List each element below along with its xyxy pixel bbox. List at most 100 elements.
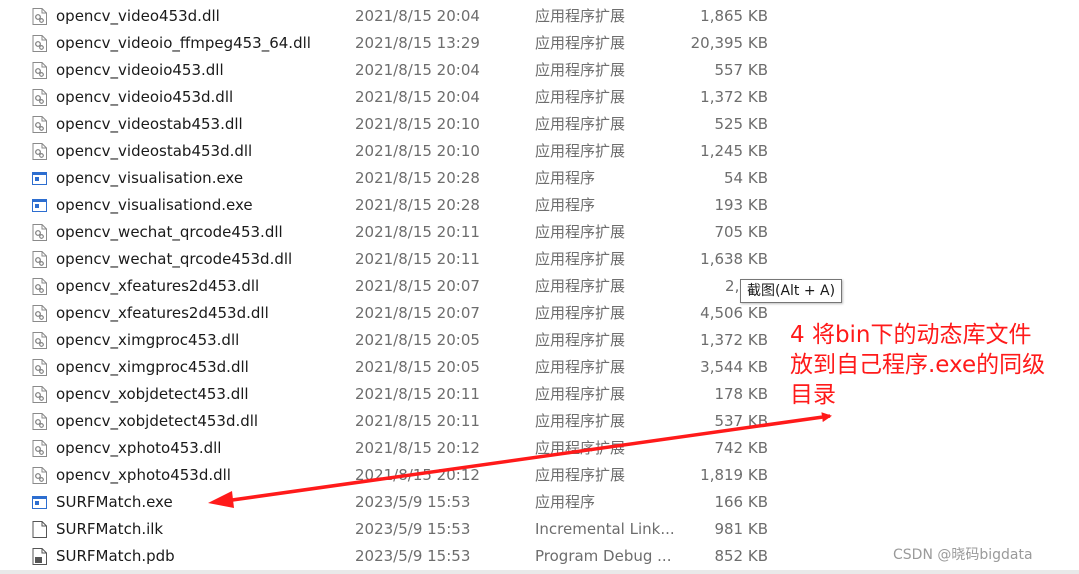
file-date: 2021/8/15 20:12	[355, 439, 480, 457]
file-name[interactable]: opencv_videoio453d.dll	[56, 84, 233, 111]
annotation-line-2: 放到自己程序.exe的同级	[790, 352, 1046, 378]
file-date: 2021/8/15 20:04	[355, 7, 480, 25]
file-row[interactable]: SURFMatch.exe 2023/5/9 15:53 应用程序 166 KB	[0, 489, 780, 516]
file-row[interactable]: opencv_videoio453.dll 2021/8/15 20:04 应用程序…	[0, 57, 780, 84]
file-name[interactable]: opencv_videostab453.dll	[56, 111, 243, 138]
dll-icon	[32, 224, 47, 241]
dll-icon	[32, 62, 47, 79]
file-name[interactable]: opencv_xfeatures2d453.dll	[56, 273, 259, 300]
file-date: 2021/8/15 13:29	[355, 34, 480, 52]
file-size: 1,865 KB	[700, 7, 768, 25]
file-row[interactable]: opencv_ximgproc453d.dll 2021/8/15 20:05 应用…	[0, 354, 780, 381]
file-date: 2021/8/15 20:07	[355, 277, 480, 295]
dll-icon	[32, 332, 47, 349]
file-name[interactable]: opencv_ximgproc453d.dll	[56, 354, 249, 381]
file-name[interactable]: opencv_wechat_qrcode453.dll	[56, 219, 283, 246]
file-name[interactable]: opencv_videostab453d.dll	[56, 138, 252, 165]
file-size: 525 KB	[714, 115, 768, 133]
file-date: 2023/5/9 15:53	[355, 493, 471, 511]
file-size: 705 KB	[714, 223, 768, 241]
file-name[interactable]: opencv_xphoto453d.dll	[56, 462, 231, 489]
file-name[interactable]: SURFMatch.exe	[56, 489, 173, 516]
file-name[interactable]: opencv_wechat_qrcode453d.dll	[56, 246, 292, 273]
file-name[interactable]: opencv_xfeatures2d453d.dll	[56, 300, 269, 327]
screenshot-tooltip: 截图(Alt + A)	[740, 279, 843, 303]
file-type: 应用程序扩展	[535, 115, 626, 133]
file-row[interactable]: opencv_visualisation.exe 2021/8/15 20:28 应…	[0, 165, 780, 192]
file-size: 1,245 KB	[700, 142, 768, 160]
file-row[interactable]: opencv_videoio_ffmpeg453_64.dll 2021/8/15…	[0, 30, 780, 57]
file-date: 2021/8/15 20:04	[355, 61, 480, 79]
file-name[interactable]: opencv_ximgproc453.dll	[56, 327, 239, 354]
file-date: 2021/8/15 20:28	[355, 196, 480, 214]
file-size: 4,506 KB	[700, 304, 768, 322]
file-type: 应用程序扩展	[535, 304, 626, 322]
file-type: Incremental Link...	[535, 520, 675, 538]
file-row[interactable]: opencv_ximgproc453.dll 2021/8/15 20:05 应用程…	[0, 327, 780, 354]
file-size: 178 KB	[714, 385, 768, 403]
file-type: 应用程序	[535, 493, 596, 511]
file-row[interactable]: opencv_xphoto453.dll 2021/8/15 20:12 应用程序扩…	[0, 435, 780, 462]
file-row[interactable]: opencv_xfeatures2d453.dll 2021/8/15 20:07…	[0, 273, 780, 300]
file-row[interactable]: opencv_videostab453.dll 2021/8/15 20:10 应用…	[0, 111, 780, 138]
exe-icon	[32, 494, 47, 511]
file-name[interactable]: opencv_xobjdetect453.dll	[56, 381, 249, 408]
dll-icon	[32, 8, 47, 25]
file-row[interactable]: SURFMatch.ilk 2023/5/9 15:53 Incremental L…	[0, 516, 780, 543]
dll-icon	[32, 413, 47, 430]
file-row[interactable]: opencv_xfeatures2d453d.dll 2021/8/15 20:0…	[0, 300, 780, 327]
file-type: 应用程序扩展	[535, 7, 626, 25]
file-size: 20,395 KB	[690, 34, 768, 52]
file-type: 应用程序扩展	[535, 250, 626, 268]
file-name[interactable]: opencv_visualisation.exe	[56, 165, 243, 192]
file-type: 应用程序扩展	[535, 412, 626, 430]
file-date: 2021/8/15 20:11	[355, 250, 480, 268]
watermark: CSDN @晓码bigdata	[893, 547, 1033, 563]
dll-icon	[32, 359, 47, 376]
file-size: 981 KB	[714, 520, 768, 538]
file-row[interactable]: opencv_videoio453d.dll 2021/8/15 20:04 应用程…	[0, 84, 780, 111]
file-row[interactable]: opencv_xphoto453d.dll 2021/8/15 20:12 应用程序…	[0, 462, 780, 489]
file-type: 应用程序扩展	[535, 223, 626, 241]
file-name[interactable]: SURFMatch.pdb	[56, 543, 175, 570]
file-name[interactable]: opencv_xphoto453.dll	[56, 435, 221, 462]
scrollbar-track[interactable]	[0, 570, 1079, 574]
file-type: 应用程序扩展	[535, 142, 626, 160]
file-size: 193 KB	[714, 196, 768, 214]
file-type: 应用程序	[535, 169, 596, 187]
file-type: 应用程序扩展	[535, 34, 626, 52]
file-row[interactable]: opencv_wechat_qrcode453.dll 2021/8/15 20:…	[0, 219, 780, 246]
annotation-line-1: 4 将bin下的动态库文件	[790, 322, 1032, 348]
file-icon	[32, 521, 47, 538]
file-row[interactable]: opencv_xobjdetect453d.dll 2021/8/15 20:11…	[0, 408, 780, 435]
file-name[interactable]: opencv_video453d.dll	[56, 3, 220, 30]
file-date: 2021/8/15 20:11	[355, 385, 480, 403]
file-size: 1,372 KB	[700, 88, 768, 106]
file-date: 2023/5/9 15:53	[355, 520, 471, 538]
file-size: 852 KB	[714, 547, 768, 565]
dll-icon	[32, 305, 47, 322]
file-type: 应用程序扩展	[535, 358, 626, 376]
file-date: 2023/5/9 15:53	[355, 547, 471, 565]
file-name[interactable]: opencv_videoio453.dll	[56, 57, 224, 84]
file-date: 2021/8/15 20:04	[355, 88, 480, 106]
dll-icon	[32, 143, 47, 160]
file-date: 2021/8/15 20:11	[355, 412, 480, 430]
file-name[interactable]: opencv_xobjdetect453d.dll	[56, 408, 258, 435]
file-row[interactable]: SURFMatch.pdb 2023/5/9 15:53 Program Debug…	[0, 543, 780, 570]
file-row[interactable]: opencv_videostab453d.dll 2021/8/15 20:10 应…	[0, 138, 780, 165]
annotation-text: 4 将bin下的动态库文件 放到自己程序.exe的同级 目录	[790, 320, 1075, 410]
dll-icon	[32, 467, 47, 484]
dll-icon	[32, 116, 47, 133]
file-row[interactable]: opencv_visualisationd.exe 2021/8/15 20:28…	[0, 192, 780, 219]
exe-icon	[32, 170, 47, 187]
dll-icon	[32, 89, 47, 106]
file-name[interactable]: SURFMatch.ilk	[56, 516, 163, 543]
file-type: Program Debug ...	[535, 547, 672, 565]
file-row[interactable]: opencv_xobjdetect453.dll 2021/8/15 20:11 应…	[0, 381, 780, 408]
file-type: 应用程序	[535, 196, 596, 214]
file-row[interactable]: opencv_video453d.dll 2021/8/15 20:04 应用程序扩…	[0, 3, 780, 30]
file-row[interactable]: opencv_wechat_qrcode453d.dll 2021/8/15 20…	[0, 246, 780, 273]
file-name[interactable]: opencv_videoio_ffmpeg453_64.dll	[56, 30, 311, 57]
file-name[interactable]: opencv_visualisationd.exe	[56, 192, 253, 219]
